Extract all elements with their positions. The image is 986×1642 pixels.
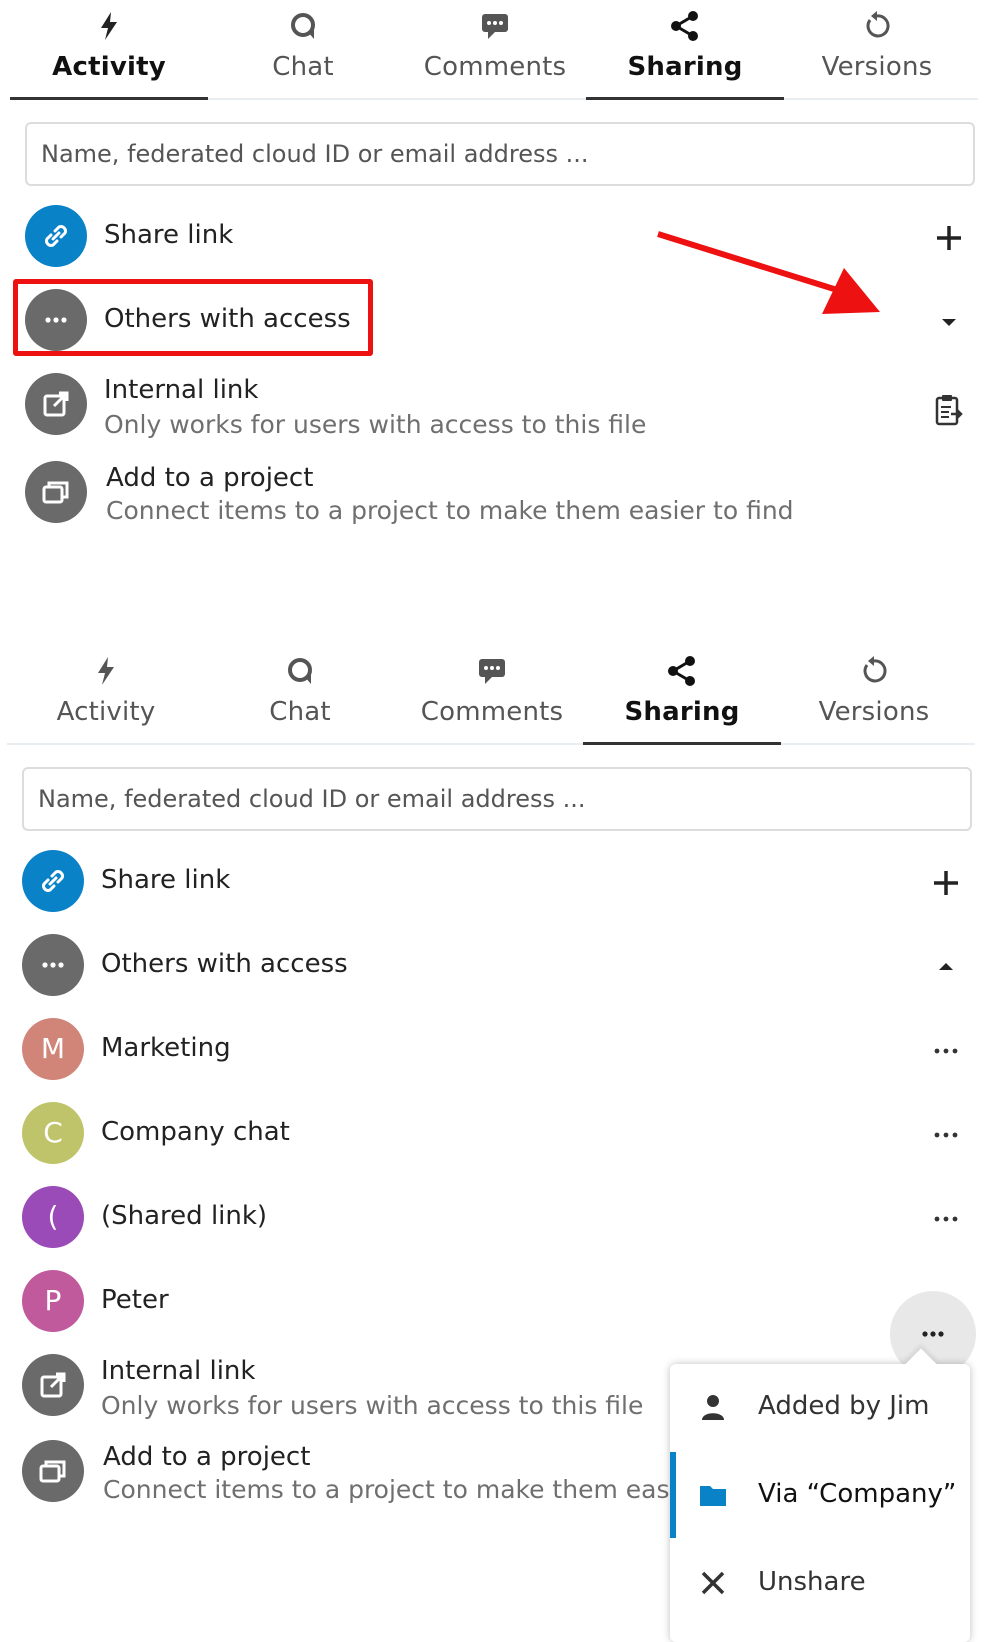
menu-item-label: Added by Jim: [758, 1391, 930, 1421]
share-search-input[interactable]: [25, 122, 975, 186]
tab-bar: Activity Chat Comments Sharing Versions: [10, 0, 978, 100]
tab-comments[interactable]: Comments: [393, 645, 591, 745]
tab-label: Chat: [269, 697, 331, 727]
more-dots-icon: [42, 962, 64, 968]
tab-chat[interactable]: Chat: [204, 0, 402, 100]
chat-bubble-icon: [288, 658, 312, 684]
share-entry-peter[interactable]: P Peter: [22, 1267, 972, 1337]
caret-down-icon[interactable]: [931, 304, 967, 340]
more-dots-icon: [922, 1331, 944, 1337]
comment-icon: [479, 659, 505, 684]
external-link-icon: [40, 1372, 66, 1398]
user-icon: [702, 1395, 724, 1420]
internal-link-label: Internal link: [104, 375, 259, 405]
tab-label: Sharing: [624, 697, 740, 727]
share-link-label: Share link: [104, 220, 234, 250]
lightning-icon: [98, 657, 114, 685]
tab-sharing[interactable]: Sharing: [583, 645, 781, 745]
tab-bar: Activity Chat Comments Sharing Versions: [7, 645, 975, 745]
tab-label: Sharing: [627, 52, 743, 82]
caret-up-icon[interactable]: [928, 949, 964, 985]
internal-link-avatar: [25, 373, 87, 435]
share-search-input[interactable]: [22, 767, 972, 831]
close-icon: [701, 1571, 725, 1595]
menu-item-added-by: Added by Jim: [670, 1364, 970, 1450]
internal-link-description: Only works for users with access to this…: [101, 1391, 644, 1420]
share-entry-company-chat[interactable]: C Company chat: [22, 1099, 972, 1169]
project-icon: [42, 481, 69, 504]
tab-label: Versions: [821, 52, 933, 82]
link-icon: [45, 225, 67, 247]
plus-icon[interactable]: [928, 865, 964, 901]
menu-item-unshare[interactable]: Unshare: [670, 1540, 970, 1626]
add-project-label: Add to a project: [103, 1442, 311, 1472]
others-avatar: [22, 934, 84, 996]
plus-icon[interactable]: [931, 220, 967, 256]
others-with-access-label: Others with access: [101, 949, 348, 979]
tab-versions[interactable]: Versions: [775, 645, 973, 745]
tab-label: Comments: [420, 697, 564, 727]
share-actions-menu: Added by Jim Via “Company” Unshare: [670, 1364, 970, 1642]
tab-label: Chat: [272, 52, 334, 82]
share-entry-name: Marketing: [101, 1033, 231, 1063]
others-with-access-row[interactable]: Others with access: [22, 931, 972, 1001]
lightning-icon: [101, 12, 117, 40]
tab-sharing[interactable]: Sharing: [586, 0, 784, 100]
annotation-highlight-box: [13, 279, 373, 356]
share-entry-name: Peter: [101, 1285, 169, 1315]
folder-icon: [700, 1486, 726, 1506]
more-dots-icon[interactable]: [928, 1033, 964, 1069]
sharing-panel-collapsed: Activity Chat Comments Sharing Versions …: [0, 0, 986, 620]
tab-label: Versions: [818, 697, 930, 727]
share-entry-shared-link[interactable]: ( (Shared link): [22, 1183, 972, 1253]
history-icon: [863, 656, 887, 683]
internal-link-avatar: [22, 1354, 84, 1416]
tab-activity[interactable]: Activity: [10, 0, 208, 100]
share-entry-marketing[interactable]: M Marketing: [22, 1015, 972, 1085]
internal-link-row[interactable]: Internal link Only works for users with …: [25, 370, 975, 440]
add-project-description: Connect items to a project to make them …: [103, 1475, 677, 1504]
project-avatar: [25, 461, 87, 523]
more-dots-icon[interactable]: [928, 1117, 964, 1153]
add-project-description: Connect items to a project to make them …: [106, 496, 794, 525]
link-avatar: [22, 850, 84, 912]
project-icon: [39, 1460, 66, 1483]
tab-label: Activity: [56, 697, 156, 727]
link-icon: [42, 870, 64, 892]
share-icon: [671, 11, 698, 41]
menu-item-label: Via “Company”: [758, 1479, 957, 1509]
project-avatar: [22, 1440, 84, 1502]
tab-label: Activity: [52, 52, 166, 82]
share-link-row[interactable]: Share link: [22, 847, 972, 917]
comment-icon: [482, 14, 508, 39]
menu-item-label: Unshare: [758, 1567, 866, 1597]
chat-bubble-icon: [291, 13, 315, 39]
annotation-arrow-icon: [657, 231, 880, 314]
history-icon: [866, 11, 890, 38]
avatar: P: [22, 1270, 84, 1332]
tab-label: Comments: [423, 52, 567, 82]
add-project-row[interactable]: Add to a project Connect items to a proj…: [25, 458, 975, 528]
internal-link-description: Only works for users with access to this…: [104, 410, 647, 439]
avatar: M: [22, 1018, 84, 1080]
tab-chat[interactable]: Chat: [201, 645, 399, 745]
share-icon: [668, 656, 695, 686]
external-link-icon: [43, 391, 69, 417]
share-link-label: Share link: [101, 865, 231, 895]
clipboard-icon[interactable]: [931, 392, 967, 428]
tab-versions[interactable]: Versions: [778, 0, 976, 100]
link-avatar: [25, 205, 87, 267]
avatar: (: [22, 1186, 84, 1248]
add-project-label: Add to a project: [106, 463, 314, 493]
share-entry-name: Company chat: [101, 1117, 290, 1147]
internal-link-label: Internal link: [101, 1356, 256, 1386]
more-dots-icon[interactable]: [928, 1201, 964, 1237]
tab-activity[interactable]: Activity: [7, 645, 205, 745]
tab-comments[interactable]: Comments: [396, 0, 594, 100]
menu-item-via-company[interactable]: Via “Company”: [670, 1452, 970, 1538]
avatar: C: [22, 1102, 84, 1164]
share-entry-name: (Shared link): [101, 1201, 268, 1231]
